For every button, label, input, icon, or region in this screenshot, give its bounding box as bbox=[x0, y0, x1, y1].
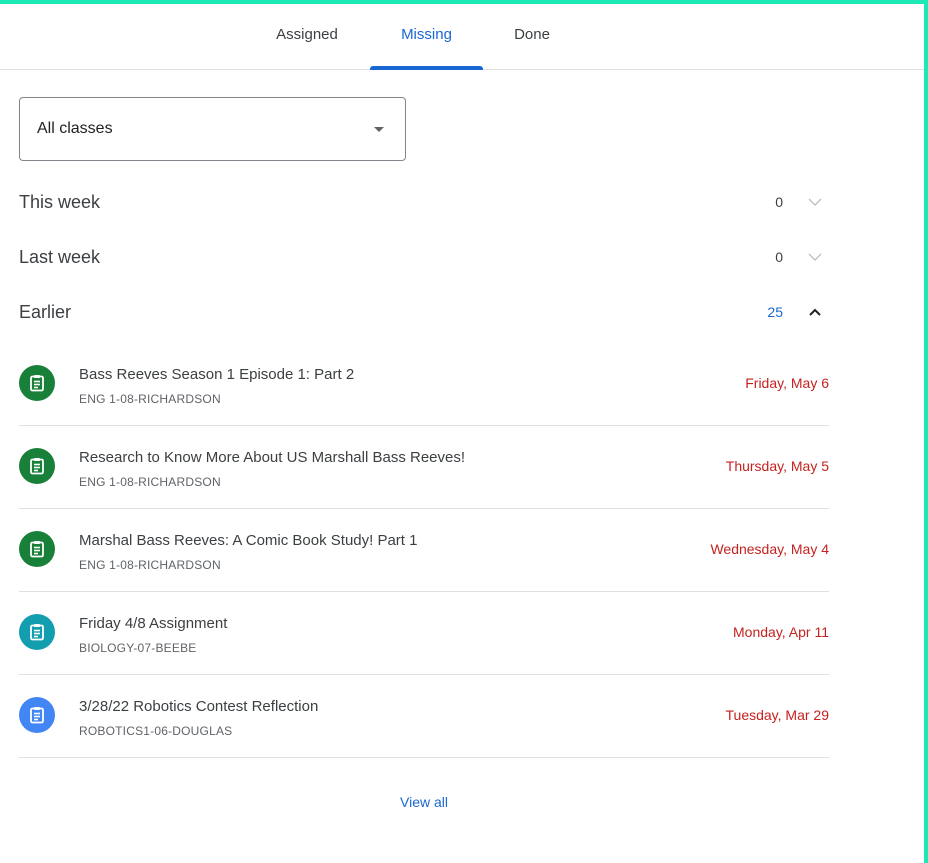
assignment-title: Research to Know More About US Marshall … bbox=[79, 449, 466, 466]
tab-assigned[interactable]: Assigned bbox=[259, 0, 355, 69]
assignment-due-date: Friday, May 6 bbox=[745, 375, 829, 391]
section-count: 0 bbox=[775, 194, 783, 210]
tab-missing[interactable]: Missing bbox=[370, 0, 483, 70]
assignment-row[interactable]: Research to Know More About US Marshall … bbox=[19, 426, 829, 509]
tab-bar: Assigned Missing Done bbox=[0, 0, 924, 70]
chevron-down-icon bbox=[808, 198, 822, 206]
active-tab-indicator bbox=[370, 66, 483, 70]
section-earlier[interactable]: Earlier 25 bbox=[19, 292, 829, 332]
assignment-title: 3/28/22 Robotics Contest Reflection bbox=[79, 698, 319, 715]
assignment-icon bbox=[19, 531, 55, 567]
section-title: Earlier bbox=[19, 301, 72, 322]
assignment-due-date: Thursday, May 5 bbox=[725, 458, 829, 474]
chevron-down-icon bbox=[808, 253, 822, 261]
assignment-class: BIOLOGY-07-BEEBE bbox=[79, 641, 197, 655]
assignment-class: ENG 1-08-RICHARDSON bbox=[79, 392, 221, 406]
tab-done-label: Done bbox=[514, 26, 550, 43]
assignment-due-date: Wednesday, May 4 bbox=[710, 541, 829, 557]
assignment-row[interactable]: Friday 4/8 Assignment BIOLOGY-07-BEEBE Mon… bbox=[19, 592, 829, 675]
assignment-icon bbox=[19, 365, 55, 401]
tab-missing-label: Missing bbox=[401, 26, 452, 43]
assignment-icon bbox=[19, 697, 55, 733]
tab-done[interactable]: Done bbox=[496, 0, 568, 69]
assignment-due-date: Monday, Apr 11 bbox=[733, 624, 829, 640]
assignment-class: ENG 1-08-RICHARDSON bbox=[79, 558, 221, 572]
view-all-link[interactable]: View all bbox=[0, 794, 848, 810]
assignment-title: Friday 4/8 Assignment bbox=[79, 615, 228, 632]
class-filter-value: All classes bbox=[37, 120, 113, 137]
class-filter-select[interactable]: All classes bbox=[19, 97, 406, 161]
assignment-class: ROBOTICS1-06-DOUGLAS bbox=[79, 724, 233, 738]
assignment-class: ENG 1-08-RICHARDSON bbox=[79, 475, 221, 489]
tab-assigned-label: Assigned bbox=[276, 26, 338, 43]
assignment-row[interactable]: Marshal Bass Reeves: A Comic Book Study!… bbox=[19, 509, 829, 592]
assignment-row[interactable]: 3/28/22 Robotics Contest Reflection ROBOT… bbox=[19, 675, 829, 758]
section-count: 25 bbox=[767, 304, 783, 320]
assignment-row[interactable]: Bass Reeves Season 1 Episode 1: Part 2 EN… bbox=[19, 343, 829, 426]
dropdown-caret-icon bbox=[374, 127, 384, 132]
section-title: Last week bbox=[19, 246, 101, 267]
assignment-icon bbox=[19, 614, 55, 650]
section-count: 0 bbox=[775, 249, 783, 265]
assignment-title: Marshal Bass Reeves: A Comic Book Study!… bbox=[79, 532, 418, 549]
chevron-up-icon bbox=[809, 308, 821, 316]
section-last-week[interactable]: Last week 0 bbox=[19, 237, 829, 277]
assignment-title: Bass Reeves Season 1 Episode 1: Part 2 bbox=[79, 366, 355, 383]
section-title: This week bbox=[19, 191, 101, 212]
assignment-due-date: Tuesday, Mar 29 bbox=[725, 707, 830, 723]
assignment-icon bbox=[19, 448, 55, 484]
section-this-week[interactable]: This week 0 bbox=[19, 182, 829, 222]
